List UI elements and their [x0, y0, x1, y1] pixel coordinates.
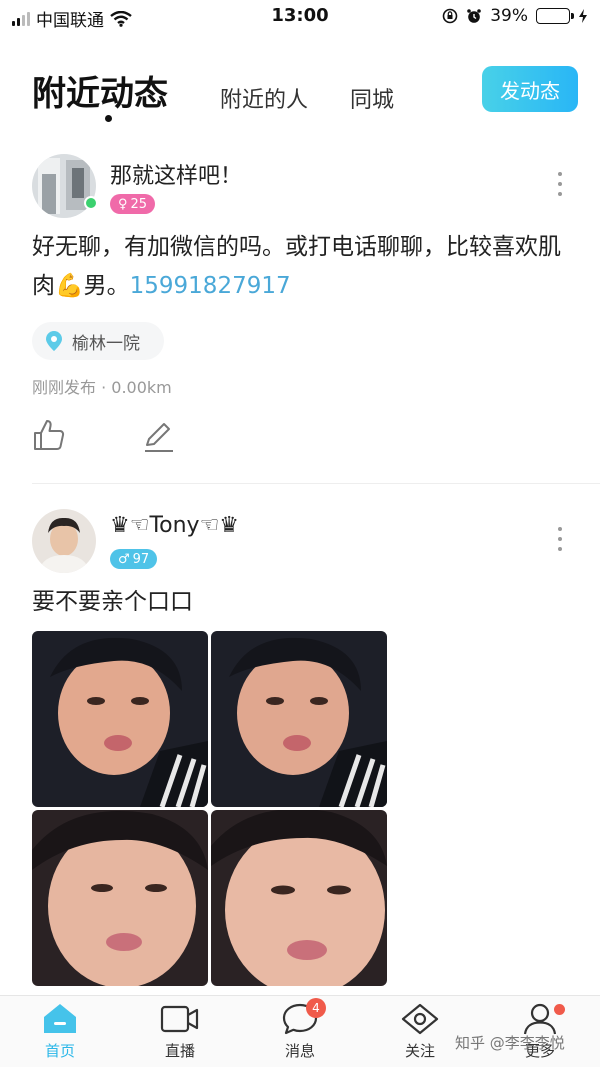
phone-link[interactable]: 15991827917: [130, 273, 291, 299]
female-icon: ♀: [118, 196, 128, 212]
male-icon: ♂: [118, 551, 130, 567]
username[interactable]: ♛☜Tony☜♛: [110, 513, 239, 538]
more-options-icon[interactable]: [558, 527, 562, 551]
status-bar: 中国联通 13:00 39%: [0, 0, 600, 34]
post-photo[interactable]: [32, 810, 208, 986]
tab-nearby-posts[interactable]: 附近动态: [32, 66, 168, 115]
new-post-button[interactable]: 发动态: [482, 66, 578, 112]
online-status-dot: [84, 196, 98, 210]
more-options-icon[interactable]: [558, 172, 562, 196]
post-photo[interactable]: [211, 631, 387, 807]
location-tag[interactable]: 榆林一院: [32, 322, 164, 360]
person-icon: [523, 1003, 557, 1035]
tab-messages[interactable]: 4 消息: [260, 998, 340, 1061]
post-card[interactable]: 那就这样吧！ ♀ 25 好无聊，有加微信的吗。或打电话聊聊，比较喜欢肌肉💪男。1…: [0, 150, 600, 485]
post-body: 好无聊，有加微信的吗。或打电话聊聊，比较喜欢肌肉💪男。: [32, 234, 561, 299]
location-label: 榆林一院: [72, 333, 140, 354]
battery-icon: [536, 8, 574, 24]
top-tabs: 附近动态 附近的人 同城 发动态: [0, 60, 600, 130]
watermark: 知乎 @李李李悦: [455, 1034, 565, 1052]
location-pin-icon: [46, 331, 62, 351]
like-icon[interactable]: [32, 418, 66, 452]
username[interactable]: 那就这样吧！: [110, 158, 242, 190]
avatar[interactable]: [32, 509, 96, 573]
post-text: 好无聊，有加微信的吗。或打电话聊聊，比较喜欢肌肉💪男。15991827917: [32, 228, 570, 306]
tab-home-label: 首页: [44, 1042, 75, 1060]
eye-icon: [401, 1003, 439, 1035]
home-icon: [44, 1004, 76, 1033]
tab-home[interactable]: 首页: [20, 1002, 100, 1061]
alarm-icon: [467, 9, 482, 23]
age-label: 97: [132, 551, 150, 567]
tab-live[interactable]: 直播: [140, 1002, 220, 1061]
tab-nearby-people[interactable]: 附近的人: [220, 82, 308, 114]
tab-following-label: 关注: [404, 1042, 435, 1060]
message-count-badge: 4: [306, 998, 326, 1018]
post-photo[interactable]: [211, 810, 387, 986]
age-label: 25: [130, 196, 148, 212]
active-tab-indicator: [105, 115, 112, 122]
battery-percent: 39%: [490, 6, 528, 26]
tab-messages-label: 消息: [284, 1042, 315, 1060]
charging-icon: [579, 9, 587, 23]
video-camera-icon: [160, 1005, 199, 1033]
post-card[interactable]: ♛☜Tony☜♛ ♂ 97 要不要亲个口口: [0, 505, 600, 995]
status-right: 39%: [442, 6, 588, 26]
post-text: 要不要亲个口口: [32, 589, 193, 615]
post-photo[interactable]: [32, 631, 208, 807]
new-indicator-dot: [554, 1004, 565, 1015]
post-meta: 刚刚发布 · 0.00km: [32, 378, 172, 397]
tab-following[interactable]: 关注: [380, 1002, 460, 1061]
bottom-tab-bar: 首页 直播 4 消息 关注 更多: [0, 995, 600, 1067]
gender-age-badge: ♀ 25: [110, 194, 156, 214]
comment-pencil-icon[interactable]: [142, 420, 176, 454]
tab-same-city[interactable]: 同城: [350, 82, 394, 114]
gender-age-badge: ♂ 97: [110, 549, 158, 569]
rotation-lock-icon: [442, 8, 458, 24]
post-divider: [32, 483, 600, 484]
tab-live-label: 直播: [164, 1042, 195, 1060]
